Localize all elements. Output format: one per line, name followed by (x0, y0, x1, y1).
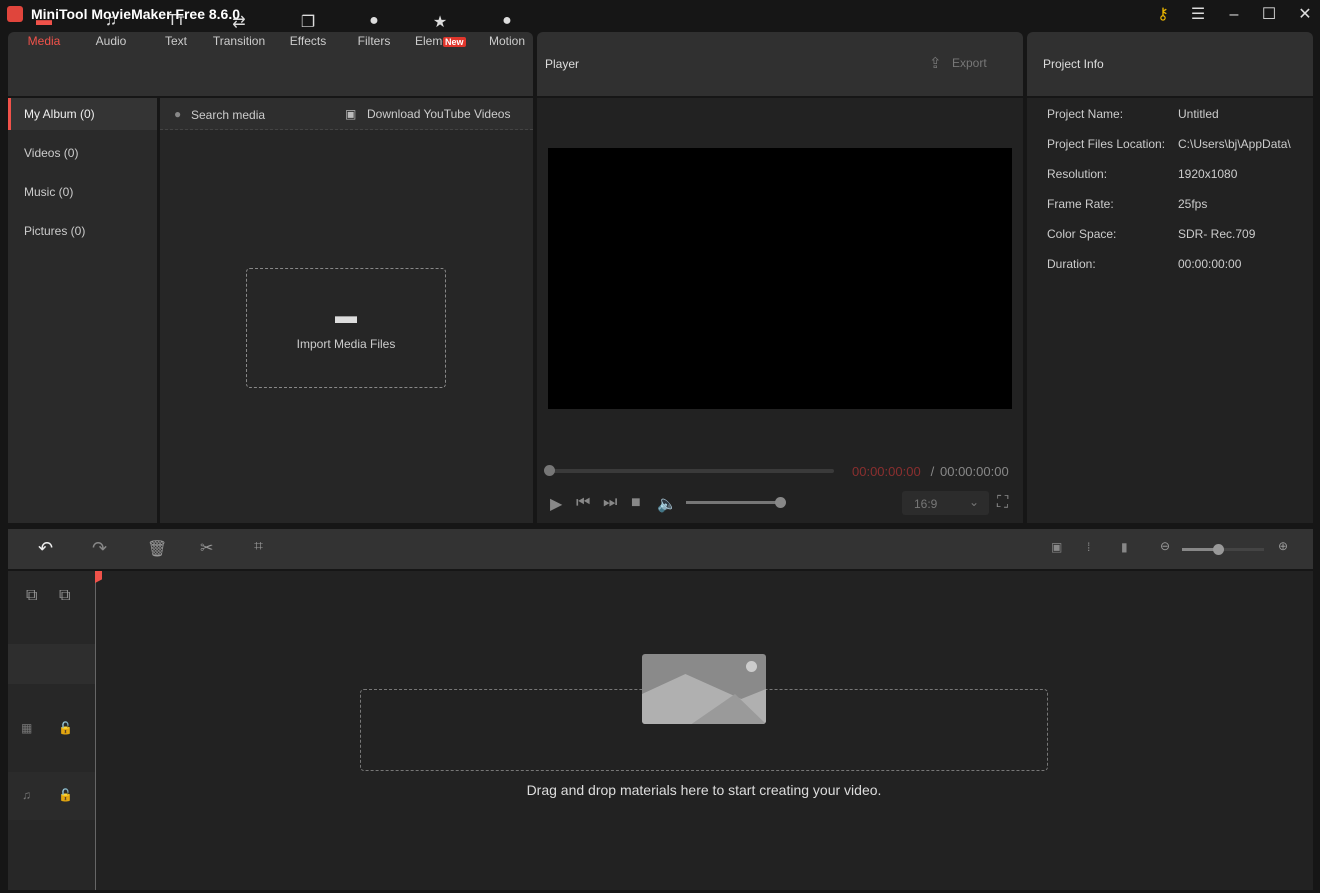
scrubber-handle[interactable] (544, 465, 555, 476)
fullscreen-icon[interactable]: ⛶ (997, 494, 1008, 512)
lock-icon[interactable]: 🔓 (58, 788, 73, 802)
music-note-icon: ♫ (105, 12, 117, 29)
close-button[interactable]: ✕ (1294, 4, 1316, 26)
tab-text[interactable]: Tт Text (145, 12, 207, 48)
next-frame-icon[interactable]: ⏭ (603, 494, 617, 512)
tab-motion[interactable]: ● Motion (476, 12, 538, 48)
player-title: Player (545, 57, 580, 71)
sidebar-item-music[interactable]: Music (0) (8, 176, 157, 208)
previous-frame-icon[interactable]: ⏮ (576, 494, 590, 512)
video-track-icon: ▦ (21, 721, 33, 735)
add-track-icon[interactable]: ⧉ (26, 587, 37, 605)
text-icon: Tт (167, 12, 185, 29)
scissors-icon[interactable]: ✂ (200, 538, 213, 558)
drop-hint: Drag and drop materials here to start cr… (526, 782, 882, 798)
tab-filters[interactable]: ● Filters (343, 12, 405, 48)
sidebar-item-my-album[interactable]: My Album (0) (8, 98, 157, 130)
track-row-top (8, 644, 95, 684)
volume-icon[interactable]: 🔈 (657, 494, 677, 514)
split-icon[interactable]: ⁞ (1087, 540, 1090, 554)
playhead[interactable] (95, 571, 96, 890)
elements-icon: ★ (432, 14, 448, 31)
info-row-resolution: Resolution: 1920x1080 (1047, 167, 1238, 181)
album-sidebar: My Album (0) Videos (0) Music (0) Pictur… (8, 98, 157, 523)
tab-audio[interactable]: ♫ Audio (80, 12, 142, 48)
redo-icon[interactable]: ↷ (92, 538, 107, 559)
chevron-down-icon: ⌄ (968, 495, 979, 509)
folder-icon: ▬ (335, 303, 357, 328)
info-row-duration: Duration: 00:00:00:00 (1047, 257, 1242, 271)
zoom-in-icon[interactable]: ⊕ (1278, 539, 1288, 553)
remove-track-icon[interactable]: ⧉ (59, 587, 70, 605)
search-icon: ● (174, 107, 182, 121)
music-track-icon: ♫ (22, 788, 31, 802)
import-label: Import Media Files (296, 337, 396, 351)
play-icon[interactable]: ▶ (550, 494, 562, 514)
youtube-download-icon: ▣ (345, 107, 357, 121)
effects-icon: ❐ (300, 14, 316, 31)
export-button[interactable]: Export (952, 56, 987, 70)
maximize-button[interactable]: ☐ (1258, 4, 1280, 26)
tab-effects[interactable]: ❐ Effects (277, 12, 339, 48)
tab-transition[interactable]: ⇄ Transition (208, 12, 270, 48)
aspect-ratio-value: 16:9 (914, 497, 938, 511)
motion-icon: ● (502, 12, 512, 29)
filters-icon: ● (369, 12, 379, 29)
import-media-button[interactable]: ▬ Import Media Files (246, 268, 446, 388)
player-header: Player ⇪ Export (537, 32, 1023, 96)
key-icon[interactable]: ⚷ (1152, 4, 1174, 26)
media-search-bar: ● Search media ▣ Download YouTube Videos (160, 98, 533, 130)
video-preview (548, 148, 1012, 409)
sidebar-item-pictures[interactable]: Pictures (0) (8, 215, 157, 247)
volume-handle[interactable] (775, 497, 786, 508)
time-separator: / (927, 464, 938, 479)
sidebar-item-videos[interactable]: Videos (0) (8, 137, 157, 169)
image-placeholder-icon (642, 654, 766, 724)
info-row-color-space: Color Space: SDR- Rec.709 (1047, 227, 1256, 241)
project-info-title: Project Info (1043, 57, 1104, 71)
volume-slider[interactable] (686, 497, 786, 508)
zoom-handle[interactable] (1213, 544, 1224, 555)
crop-icon[interactable]: ⌗ (254, 538, 263, 556)
new-badge: New (443, 37, 466, 47)
search-input[interactable]: Search media (191, 108, 265, 122)
total-time: 00:00:00:00 (940, 464, 1009, 479)
aspect-ratio-select[interactable]: 16:9 ⌄ (902, 491, 989, 515)
minimize-button[interactable]: – (1223, 4, 1245, 26)
undo-icon[interactable]: ↶ (38, 538, 53, 559)
timeline-zoom-slider[interactable] (1182, 544, 1264, 555)
info-row-location: Project Files Location: C:\Users\bj\AppDa… (1047, 137, 1291, 151)
timeline-toolbar: ↶ ↷ 🗑 ✂ ⌗ ▣ ⁞ ▮ ⊖ ⊕ (8, 529, 1313, 569)
project-info-header: Project Info (1027, 32, 1313, 96)
project-info-panel: Project Name: Untitled Project Files Loca… (1027, 98, 1313, 523)
fit-timeline-icon[interactable]: ▣ (1051, 540, 1062, 554)
tab-media[interactable]: ▬ Media (13, 12, 75, 48)
track-headers: ⧉ ⧉ ▦ 🔓 ♫ 🔓 (8, 571, 95, 890)
export-icon: ⇪ (929, 55, 942, 72)
info-row-name: Project Name: Untitled (1047, 107, 1219, 121)
folder-icon: ▬ (36, 12, 52, 29)
swap-arrows-icon: ⇄ (232, 14, 246, 31)
download-youtube-button[interactable]: Download YouTube Videos (367, 107, 510, 121)
audio-track-icon[interactable]: ▮ (1121, 540, 1128, 554)
lock-icon[interactable]: 🔓 (58, 721, 73, 735)
stop-icon[interactable]: ■ (631, 494, 641, 512)
menu-icon[interactable]: ☰ (1187, 4, 1209, 26)
current-time: 00:00:00:00 (852, 464, 921, 479)
playback-scrubber[interactable] (544, 465, 834, 476)
zoom-out-icon[interactable]: ⊖ (1160, 539, 1170, 553)
delete-icon[interactable]: 🗑 (147, 539, 167, 559)
info-row-frame-rate: Frame Rate: 25fps (1047, 197, 1208, 211)
